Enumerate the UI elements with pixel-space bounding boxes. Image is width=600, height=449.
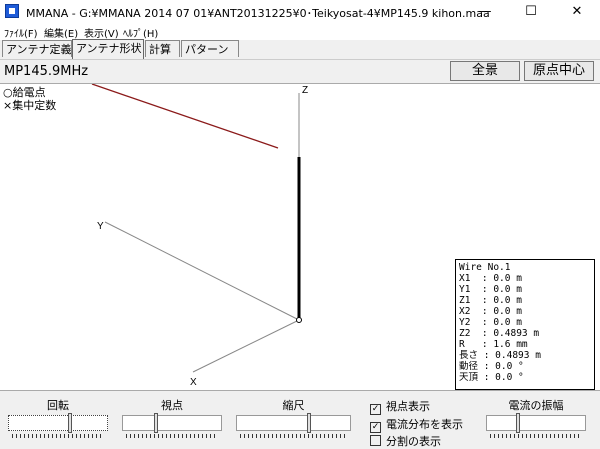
tab-pattern[interactable]: パターン [181, 40, 239, 57]
wire-length: 長さ : 0.4893 m [459, 350, 541, 361]
wire-azimuth: 動径 : 0.0 ° [459, 361, 524, 372]
x-axis-label: X [190, 377, 197, 388]
current-amplitude-ticks [490, 434, 582, 438]
menu-file[interactable]: ﾌｧｲﾙ(F) [4, 25, 38, 40]
viewpoint-ticks [126, 434, 218, 438]
title-bar: MMANA - G:¥MMANA 2014 07 01¥ANT20131225¥… [0, 0, 600, 24]
wire-x2: X2 : 0.0 m [459, 306, 522, 317]
minimize-button[interactable]: — [462, 0, 508, 24]
scale-label: 縮尺 [282, 399, 305, 412]
menu-edit[interactable]: 編集(E) [44, 25, 78, 40]
checkbox-show-viewpoint[interactable]: ✓ 視点表示 [370, 398, 430, 415]
wire-info-panel: Wire No.1 X1 : 0.0 m Y1 : 0.0 m Z1 : 0.0… [455, 259, 595, 390]
control-panel: 回転 視点 縮尺 ✓ 視点表示 ✓ 電流分布を表示 分割の表示 電流の振幅 [0, 391, 600, 448]
z-axis-label: Z [302, 85, 308, 96]
scale-slider-thumb[interactable] [307, 413, 311, 433]
viewpoint-slider-thumb[interactable] [154, 413, 158, 433]
wire-zenith: 天頂 : 0.0 ° [459, 372, 524, 383]
app-icon [5, 4, 19, 18]
checkbox-show-viewpoint-box[interactable]: ✓ [370, 404, 381, 415]
wire-y1: Y1 : 0.0 m [459, 284, 522, 295]
rotate-label: 回転 [47, 399, 69, 412]
feed-point-marker [296, 317, 302, 323]
y-axis-line [104, 221, 300, 321]
menu-bar: ﾌｧｲﾙ(F) 編集(E) 表示(V) ﾍﾙﾌﾟ(H) [0, 24, 600, 40]
checkbox-show-viewpoint-label: 視点表示 [386, 400, 430, 413]
tab-bar: アンテナ定義 アンテナ形状 計算 パターン [0, 39, 600, 59]
menu-view[interactable]: 表示(V) [84, 25, 119, 40]
scale-ticks [240, 434, 347, 438]
wire-number: Wire No.1 [459, 262, 511, 273]
menu-help[interactable]: ﾍﾙﾌﾟ(H) [123, 25, 158, 40]
checkbox-show-segments-box[interactable] [370, 435, 381, 446]
x-axis-line [192, 319, 300, 373]
scale-slider-track[interactable] [236, 415, 351, 431]
current-amplitude-slider-thumb[interactable] [516, 413, 520, 433]
origin-center-button[interactable]: 原点中心 [524, 61, 594, 81]
checkbox-current-distribution-box[interactable]: ✓ [370, 422, 381, 433]
wire-radius: R : 1.6 mm [459, 339, 528, 350]
tab-calculate[interactable]: 計算 [145, 40, 180, 57]
full-view-button[interactable]: 全景 [450, 61, 520, 81]
wire-z1: Z1 : 0.0 m [459, 295, 522, 306]
viewpoint-label: 視点 [161, 399, 183, 412]
checkbox-current-distribution-label: 電流分布を表示 [386, 418, 463, 431]
checkbox-show-segments-label: 分割の表示 [386, 435, 441, 448]
window-title: MMANA - G:¥MMANA 2014 07 01¥ANT20131225¥… [26, 7, 490, 20]
checkbox-current-distribution[interactable]: ✓ 電流分布を表示 [370, 416, 463, 433]
model-name: MP145.9MHz [4, 64, 89, 79]
viewpoint-slider-track[interactable] [122, 415, 222, 431]
wire-x1: X1 : 0.0 m [459, 273, 522, 284]
y-axis-label: Y [97, 221, 104, 232]
wire-z2: Z2 : 0.4893 m [459, 328, 540, 339]
rotate-ticks [12, 434, 104, 438]
wire-y2: Y2 : 0.0 m [459, 317, 522, 328]
tab-antenna-definition[interactable]: アンテナ定義 [2, 40, 72, 57]
antenna-view[interactable]: ○給電点 ×集中定数 Z Y X Wire No.1 X1 : 0.0 m Y1… [0, 83, 600, 391]
view-toolbar: MP145.9MHz 全景 原点中心 [0, 59, 600, 84]
tab-antenna-shape[interactable]: アンテナ形状 [72, 39, 144, 59]
current-amplitude-slider-track[interactable] [486, 415, 586, 431]
current-distribution-line [91, 84, 279, 149]
maximize-button[interactable]: ☐ [508, 0, 554, 24]
current-amplitude-label: 電流の振幅 [508, 399, 564, 412]
rotate-slider-track[interactable] [8, 415, 108, 431]
close-button[interactable]: ✕ [554, 0, 600, 24]
rotate-slider-thumb[interactable] [68, 413, 72, 433]
